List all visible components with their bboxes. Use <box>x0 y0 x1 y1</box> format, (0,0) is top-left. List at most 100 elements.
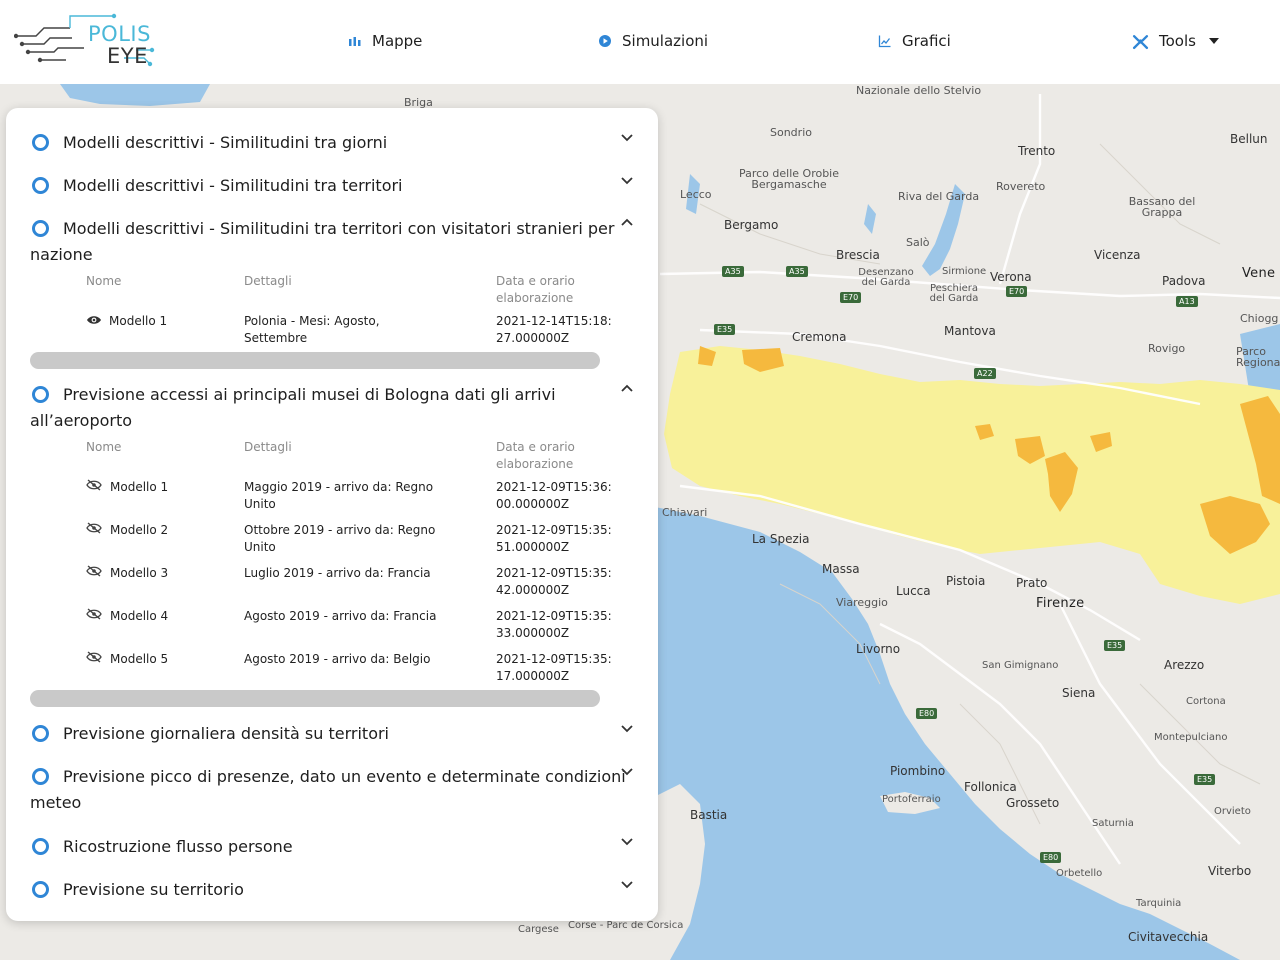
column-header-name: Nome <box>86 274 122 288</box>
map-label-belluno: Bellun <box>1230 132 1268 146</box>
horizontal-scrollbar[interactable] <box>30 690 600 707</box>
row-name: Modello 3 <box>110 566 169 580</box>
map-label-chioggia: Chiogg <box>1240 312 1279 325</box>
row-details: Luglio 2019 - arrivo da: Francia <box>244 566 431 580</box>
map-label-corse: Corse - Parc de Corsica <box>568 920 684 931</box>
map-label-salo: Salò <box>906 236 930 249</box>
chevron-down-icon[interactable] <box>618 762 636 780</box>
map-label-cargese: Cargese <box>518 924 559 935</box>
map-label-firenze: Firenze <box>1036 596 1085 611</box>
row-details: Maggio 2019 - arrivo da: Regno Unito <box>244 480 434 511</box>
play-circle-icon <box>32 838 49 855</box>
eye-icon[interactable] <box>86 314 102 326</box>
map-label-massa: Massa <box>822 562 860 576</box>
nav-mappe[interactable]: Mappe <box>348 30 422 52</box>
row-name: Modello 1 <box>109 314 168 328</box>
play-circle-icon <box>32 220 49 237</box>
tools-icon <box>1132 34 1149 49</box>
map-label-montepulciano: Montepulciano <box>1154 732 1228 743</box>
accordion-header-similitudini-territori[interactable]: Modelli descrittivi - Similitudini tra t… <box>30 173 630 199</box>
column-header-date: Data e orario elaborazione <box>496 440 575 471</box>
eye-slash-icon[interactable] <box>86 479 102 491</box>
accordion-title: Previsione su territorio <box>63 880 244 899</box>
map-label-desenzano: Desenzano del Garda <box>858 267 914 288</box>
chevron-up-icon[interactable] <box>618 380 636 398</box>
row-date: 2021-12-09T15:36:00.000000Z <box>496 480 612 511</box>
road-shield: A22 <box>974 368 996 379</box>
chevron-down-icon[interactable] <box>618 719 636 737</box>
road-shield: E80 <box>1040 852 1062 863</box>
eye-slash-icon[interactable] <box>86 651 102 663</box>
road-shield: E80 <box>916 708 938 719</box>
eye-slash-icon[interactable] <box>86 565 102 577</box>
accordion-header-visitatori-stranieri[interactable]: Modelli descrittivi - Similitudini tra t… <box>30 216 630 268</box>
accordion-title: Previsione accessi ai principali musei d… <box>30 385 556 430</box>
eye-slash-icon[interactable] <box>86 522 102 534</box>
nav-tools-dropdown[interactable]: Tools <box>1132 30 1219 52</box>
map-bars-icon <box>349 37 361 46</box>
play-circle-icon <box>32 881 49 898</box>
accordion-header-flusso-persone[interactable]: Ricostruzione flusso persone <box>30 834 630 860</box>
play-circle-icon <box>32 768 49 785</box>
accordion-header-previsione-territorio[interactable]: Previsione su territorio <box>30 877 630 903</box>
simulations-panel: Modelli descrittivi - Similitudini tra g… <box>6 108 658 921</box>
accordion-header-densita-territori[interactable]: Previsione giornaliera densità su territ… <box>30 721 630 747</box>
chevron-up-icon[interactable] <box>618 214 636 232</box>
play-circle-icon <box>32 177 49 194</box>
eye-slash-icon[interactable] <box>86 608 102 620</box>
map-label-piombino: Piombino <box>890 764 946 778</box>
map-label-grosseto: Grosseto <box>1006 796 1060 810</box>
row-details: Ottobre 2019 - arrivo da: Regno Unito <box>244 523 436 554</box>
polis-eye-logo[interactable]: POLIS EYE <box>14 10 174 72</box>
chevron-down-icon[interactable] <box>618 875 636 893</box>
map-label-portoferraio: Portoferraio <box>882 794 941 805</box>
map-label-bastia: Bastia <box>690 808 728 822</box>
map-label-rovereto: Rovereto <box>996 180 1046 193</box>
road-shield: A35 <box>786 266 808 277</box>
accordion-title: Previsione giornaliera densità su territ… <box>63 724 389 743</box>
road-shield: E35 <box>1194 774 1216 785</box>
nav-grafici-label: Grafici <box>902 32 951 50</box>
map-label-vicenza: Vicenza <box>1094 248 1141 262</box>
map-label-brescia: Brescia <box>836 248 880 262</box>
accordion-title: Previsione picco di presenze, dato un ev… <box>30 767 626 812</box>
accordion-title: Modelli descrittivi - Similitudini tra g… <box>63 133 388 152</box>
accordion-header-picco-presenze[interactable]: Previsione picco di presenze, dato un ev… <box>30 764 630 816</box>
row-details: Agosto 2019 - arrivo da: Belgio <box>244 652 431 666</box>
row-date: 2021-12-14T15:18:27.000000Z <box>496 314 612 345</box>
play-circle-icon <box>32 725 49 742</box>
accordion-title: Ricostruzione flusso persone <box>63 837 293 856</box>
map-label-orobie: Parco delle Orobie Bergamasche <box>738 167 840 191</box>
nav-simulazioni[interactable]: Simulazioni <box>598 30 708 52</box>
map-label-la-spezia: La Spezia <box>752 532 810 546</box>
row-date: 2021-12-09T15:35:51.000000Z <box>496 523 612 554</box>
map-label-venezia: Vene <box>1242 266 1276 281</box>
nav-grafici[interactable]: Grafici <box>878 30 951 52</box>
map-label-peschiera: Peschiera del Garda <box>929 283 979 304</box>
map-label-trento: Trento <box>1018 144 1056 158</box>
accordion-header-musei-bologna[interactable]: Previsione accessi ai principali musei d… <box>30 382 630 434</box>
chevron-down-icon[interactable] <box>618 832 636 850</box>
chevron-down-icon[interactable] <box>618 128 636 146</box>
horizontal-scrollbar[interactable] <box>30 352 600 369</box>
caret-down-icon <box>1208 38 1219 44</box>
map-label-verona: Verona <box>990 270 1032 284</box>
accordion-title: Modelli descrittivi - Similitudini tra t… <box>30 219 615 264</box>
column-header-name: Nome <box>86 440 122 454</box>
map-label-livorno: Livorno <box>856 642 901 656</box>
chevron-down-icon[interactable] <box>618 171 636 189</box>
accordion-header-similitudini-giorni[interactable]: Modelli descrittivi - Similitudini tra g… <box>30 130 630 156</box>
map-label-viterbo: Viterbo <box>1208 864 1252 878</box>
map-label-parco-regionale: Parco Regionale <box>1236 345 1280 369</box>
map-label-lecco: Lecco <box>680 188 712 201</box>
map-label-follonica: Follonica <box>964 780 1017 794</box>
row-details: Agosto 2019 - arrivo da: Francia <box>244 609 437 623</box>
map-label-san-gimignano: San Gimignano <box>982 660 1059 671</box>
map-label-padova: Padova <box>1162 274 1206 288</box>
map-label-cortona: Cortona <box>1186 696 1226 707</box>
map-label-chiavari: Chiavari <box>662 506 708 519</box>
accordion-title: Modelli descrittivi - Similitudini tra t… <box>63 176 403 195</box>
column-header-date: Data e orario elaborazione <box>496 274 575 305</box>
map-label-lucca: Lucca <box>896 584 931 598</box>
map-label-tarquinia: Tarquinia <box>1136 898 1182 909</box>
